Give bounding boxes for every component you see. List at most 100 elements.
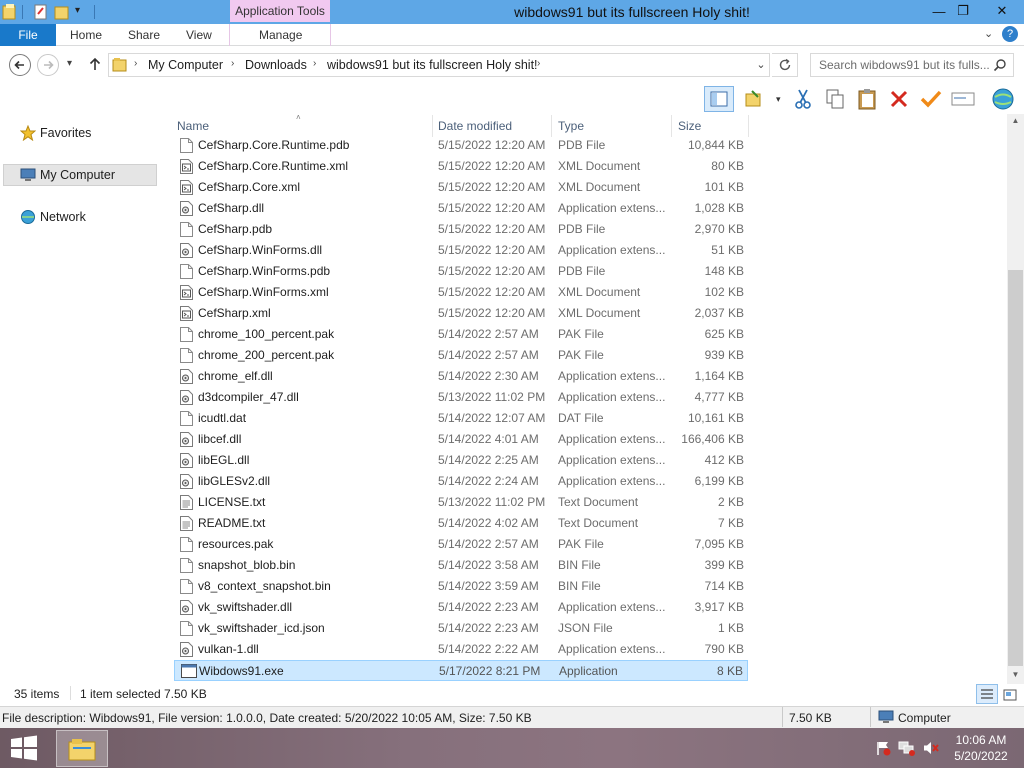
tab-manage[interactable]: Manage bbox=[259, 24, 302, 46]
file-row[interactable]: snapshot_blob.bin 5/14/2022 3:58 AM BIN Fi… bbox=[174, 555, 748, 576]
rename-button[interactable] bbox=[918, 86, 944, 112]
start-button[interactable] bbox=[8, 734, 40, 762]
nav-network[interactable]: Network bbox=[20, 206, 150, 228]
column-divider[interactable] bbox=[748, 115, 749, 137]
details-divider bbox=[782, 707, 783, 727]
address-dropdown-icon[interactable]: ⌄ bbox=[752, 53, 770, 77]
file-type: XML Document bbox=[558, 180, 641, 194]
column-divider[interactable] bbox=[551, 115, 552, 137]
file-row[interactable]: d3dcompiler_47.dll 5/13/2022 11:02 PM Appl… bbox=[174, 387, 748, 408]
file-row[interactable]: libcef.dll 5/14/2022 4:01 AM Application e… bbox=[174, 429, 748, 450]
file-row[interactable]: libGLESv2.dll 5/14/2022 2:24 AM Applicatio… bbox=[174, 471, 748, 492]
taskbar-clock[interactable]: 10:06 AM 5/20/2022 bbox=[944, 732, 1018, 764]
breadcrumb-separator[interactable]: › bbox=[231, 58, 234, 69]
search-box[interactable]: Search wibdows91 but its fulls... bbox=[810, 53, 1014, 77]
file-row[interactable]: icudtl.dat 5/14/2022 12:07 AM DAT File 10,1… bbox=[174, 408, 748, 429]
properties-button[interactable] bbox=[950, 86, 976, 112]
breadcrumb-separator[interactable]: › bbox=[134, 58, 137, 69]
column-header-size[interactable]: Size bbox=[678, 119, 701, 133]
up-button[interactable] bbox=[87, 56, 103, 72]
file-type: Text Document bbox=[558, 495, 639, 509]
column-header-type[interactable]: Type bbox=[558, 119, 584, 133]
file-row[interactable]: CefSharp.Core.Runtime.xml 5/15/2022 12:20… bbox=[174, 156, 748, 177]
open-dropdown-icon[interactable]: ▾ bbox=[776, 94, 781, 105]
scroll-up-icon[interactable]: ▲ bbox=[1008, 114, 1023, 128]
file-row[interactable]: chrome_200_percent.pak 5/14/2022 2:57 AM P… bbox=[174, 345, 748, 366]
details-divider bbox=[870, 707, 871, 727]
help-icon[interactable]: ? bbox=[1002, 26, 1018, 42]
preview-pane-button[interactable] bbox=[704, 86, 734, 112]
breadcrumb-downloads[interactable]: Downloads bbox=[245, 58, 307, 72]
open-folder-icon bbox=[745, 90, 761, 107]
volume-muted-icon[interactable] bbox=[922, 740, 940, 756]
column-header-date[interactable]: Date modified bbox=[438, 119, 512, 133]
forward-button[interactable] bbox=[37, 54, 59, 76]
tab-share[interactable]: Share bbox=[128, 24, 160, 46]
paste-button[interactable] bbox=[854, 86, 880, 112]
file-row[interactable]: vk_swiftshader_icd.json 5/14/2022 2:23 AM… bbox=[174, 618, 748, 639]
close-button[interactable]: ✕ bbox=[980, 0, 1024, 22]
nav-label-network: Network bbox=[40, 210, 86, 224]
large-icons-view-button[interactable] bbox=[1000, 686, 1020, 704]
taskbar bbox=[0, 728, 1024, 768]
breadcrumb-separator[interactable]: › bbox=[537, 58, 540, 69]
file-row[interactable]: Wibdows91.exe 5/17/2022 8:21 PM Applicatio… bbox=[174, 660, 748, 681]
file-row[interactable]: chrome_100_percent.pak 5/14/2022 2:57 AM P… bbox=[174, 324, 748, 345]
maximize-button[interactable]: ❐ bbox=[946, 0, 980, 22]
breadcrumb-my-computer[interactable]: My Computer bbox=[148, 58, 223, 72]
action-center-flag-icon[interactable] bbox=[875, 740, 891, 756]
file-date-modified: 5/15/2022 12:20 AM bbox=[438, 285, 546, 299]
network-status-icon[interactable] bbox=[898, 740, 916, 756]
file-row[interactable]: CefSharp.WinForms.dll 5/15/2022 12:20 AM A… bbox=[174, 240, 748, 261]
file-row[interactable]: LICENSE.txt 5/13/2022 11:02 PM Text Docume… bbox=[174, 492, 748, 513]
file-row[interactable]: chrome_elf.dll 5/14/2022 2:30 AM Applicati… bbox=[174, 366, 748, 387]
ribbon-collapse-icon[interactable]: ⌄ bbox=[984, 27, 993, 40]
scrollbar-thumb[interactable] bbox=[1008, 270, 1023, 666]
file-row[interactable]: vk_swiftshader.dll 5/14/2022 2:23 AM Appli… bbox=[174, 597, 748, 618]
file-dll-icon bbox=[180, 453, 193, 468]
file-row[interactable]: CefSharp.WinForms.pdb 5/15/2022 12:20 AM P… bbox=[174, 261, 748, 282]
file-row[interactable]: CefSharp.pdb 5/15/2022 12:20 AM PDB File 2,… bbox=[174, 219, 748, 240]
folder-icon bbox=[112, 57, 128, 73]
back-button[interactable] bbox=[9, 54, 31, 76]
refresh-button[interactable] bbox=[772, 53, 798, 77]
column-divider[interactable] bbox=[671, 115, 672, 137]
scroll-down-icon[interactable]: ▼ bbox=[1008, 668, 1023, 682]
nav-favorites[interactable]: Favorites bbox=[20, 122, 150, 144]
file-row[interactable]: CefSharp.xml 5/15/2022 12:20 AM XML Docume… bbox=[174, 303, 748, 324]
file-name: CefSharp.WinForms.pdb bbox=[198, 264, 331, 278]
delete-button[interactable] bbox=[886, 86, 912, 112]
nav-my-computer[interactable]: My Computer bbox=[3, 164, 157, 186]
tab-home[interactable]: Home bbox=[70, 24, 102, 46]
file-row[interactable]: v8_context_snapshot.bin 5/14/2022 3:59 AM… bbox=[174, 576, 748, 597]
file-row[interactable]: libEGL.dll 5/14/2022 2:25 AM Application e… bbox=[174, 450, 748, 471]
column-divider[interactable] bbox=[432, 115, 433, 137]
breadcrumb-separator[interactable]: › bbox=[313, 58, 316, 69]
network-globe-button[interactable] bbox=[990, 86, 1016, 112]
recent-locations-icon[interactable]: ▾ bbox=[67, 58, 72, 69]
copy-button[interactable] bbox=[822, 86, 848, 112]
tab-view[interactable]: View bbox=[186, 24, 212, 46]
file-row[interactable]: README.txt 5/14/2022 4:02 AM Text Document… bbox=[174, 513, 748, 534]
file-dll-icon bbox=[180, 201, 193, 216]
file-row[interactable]: CefSharp.dll 5/15/2022 12:20 AM Applicatio… bbox=[174, 198, 748, 219]
computer-location-icon bbox=[878, 710, 894, 725]
file-size: 1,164 KB bbox=[694, 369, 744, 383]
file-dll-icon bbox=[180, 369, 193, 384]
file-row[interactable]: resources.pak 5/14/2022 2:57 AM PAK File 7,… bbox=[174, 534, 748, 555]
file-row[interactable]: CefSharp.Core.xml 5/15/2022 12:20 AM XML D… bbox=[174, 177, 748, 198]
file-blank-icon bbox=[180, 264, 193, 279]
details-view-button[interactable] bbox=[976, 684, 998, 704]
search-icon[interactable] bbox=[993, 58, 1007, 72]
file-tab[interactable]: File bbox=[0, 24, 56, 46]
column-header-name[interactable]: Name bbox=[177, 119, 209, 133]
file-type: PDB File bbox=[558, 222, 606, 236]
file-name: chrome_elf.dll bbox=[198, 369, 273, 383]
breadcrumb-current-folder[interactable]: wibdows91 but its fullscreen Holy shit! bbox=[327, 58, 538, 72]
file-row[interactable]: CefSharp.Core.Runtime.pdb 5/15/2022 12:20… bbox=[174, 135, 748, 156]
taskbar-explorer-button[interactable] bbox=[56, 730, 108, 767]
open-folder-button[interactable] bbox=[742, 86, 768, 112]
file-row[interactable]: CefSharp.WinForms.xml 5/15/2022 12:20 AM X… bbox=[174, 282, 748, 303]
cut-button[interactable] bbox=[790, 86, 816, 112]
file-row[interactable]: vulkan-1.dll 5/14/2022 2:22 AM Application… bbox=[174, 639, 748, 660]
